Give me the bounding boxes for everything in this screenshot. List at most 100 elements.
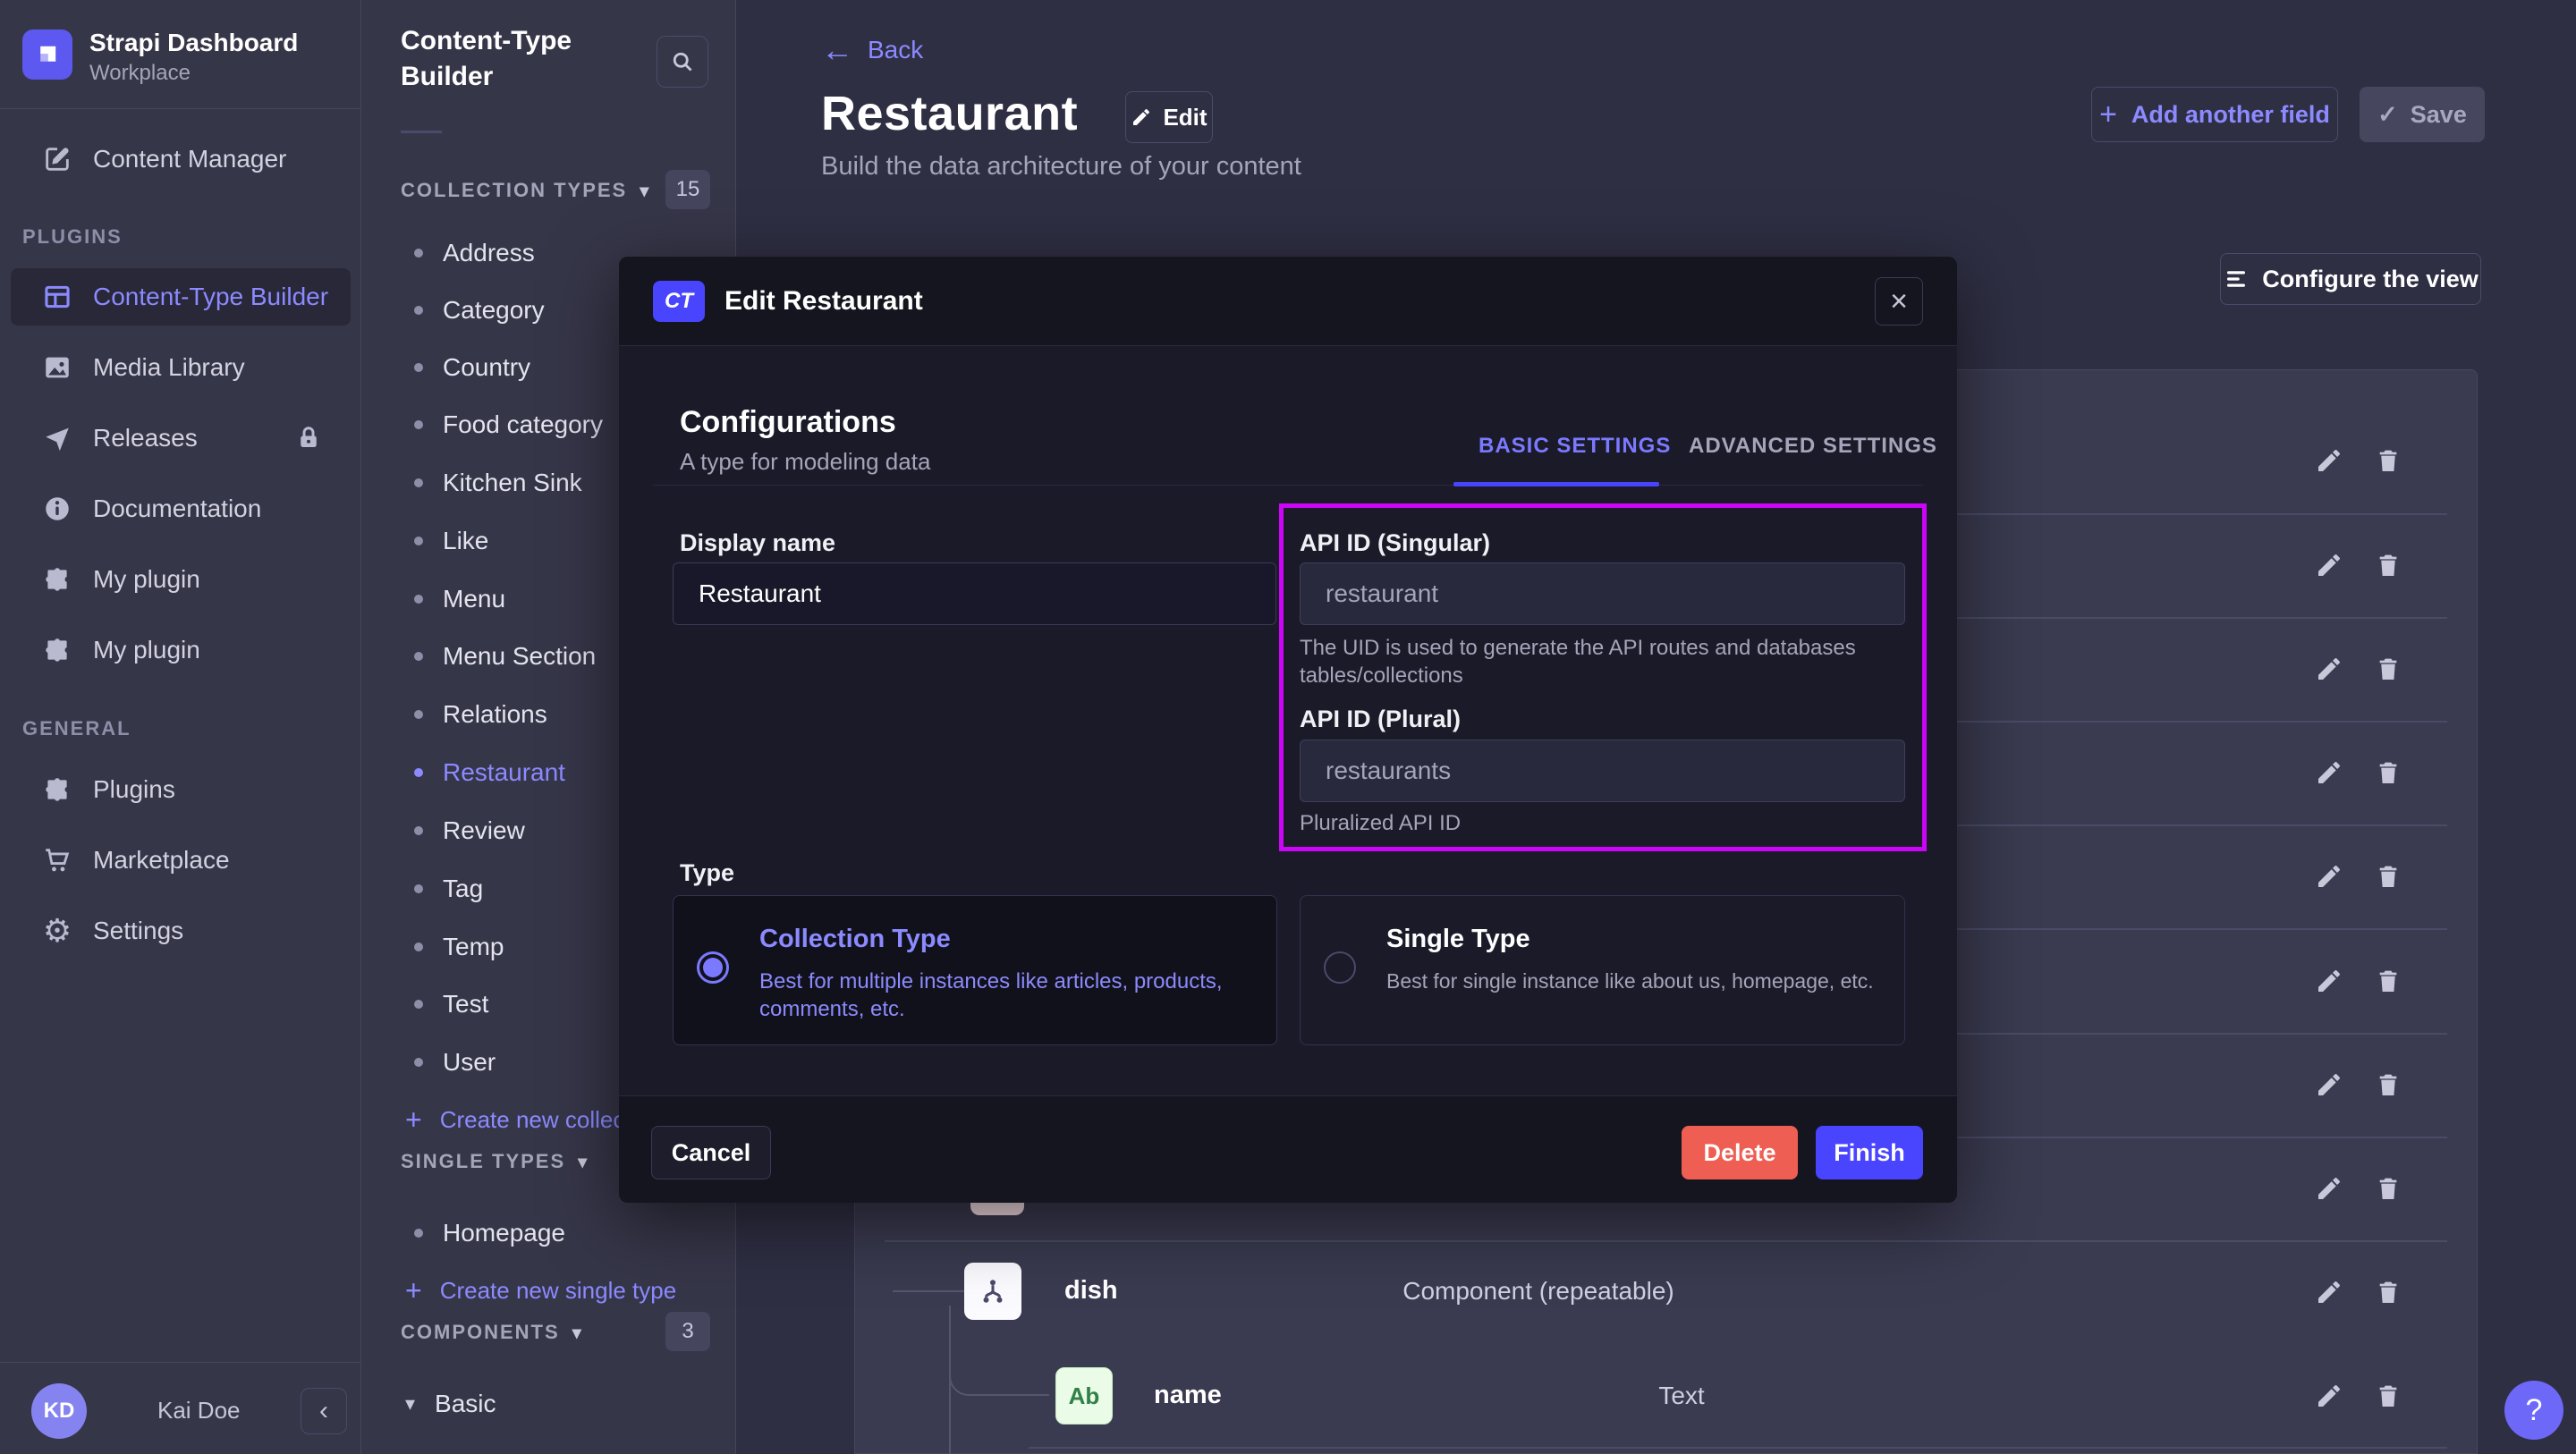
delete-field-button[interactable] (2374, 655, 2402, 683)
bullet (414, 884, 423, 893)
tab-basic-settings[interactable]: BASIC SETTINGS (1479, 434, 1671, 459)
strapi-logo[interactable] (22, 30, 72, 80)
single-type-card[interactable]: Single Type Best for single instance lik… (1300, 895, 1905, 1045)
delete-field-button[interactable] (2374, 758, 2402, 787)
puzzle-icon (41, 563, 73, 596)
edit-field-button[interactable] (2315, 862, 2343, 891)
bullet (414, 710, 423, 719)
edit-field-button[interactable] (2315, 1278, 2343, 1306)
sidebar-item-settings[interactable]: ⚙ Settings (11, 902, 351, 959)
sidebar-item-label: Media Library (93, 353, 245, 382)
row-actions (2315, 1381, 2422, 1411)
workspace-name: Workplace (89, 61, 191, 86)
sidebar-item-documentation[interactable]: Documentation (11, 480, 351, 537)
field-type: Component (repeatable) (1360, 1277, 1717, 1306)
bullet (414, 478, 423, 487)
bullet (414, 1000, 423, 1009)
tab-advanced-settings[interactable]: ADVANCED SETTINGS (1689, 434, 1937, 459)
bullet (414, 537, 423, 545)
sidebar-item-label: Marketplace (93, 846, 230, 875)
active-tab-underline (1453, 482, 1659, 486)
api-id-singular-input[interactable] (1300, 562, 1905, 625)
api-id-plural-label: API ID (Plural) (1300, 706, 1461, 733)
sidebar-item-releases[interactable]: Releases (11, 410, 351, 467)
check-icon: ✓ (2377, 101, 2398, 129)
collapse-sidebar-button[interactable]: ‹ (301, 1388, 347, 1434)
search-icon (670, 49, 695, 74)
sidebar-item-my-plugin-2[interactable]: My plugin (11, 621, 351, 679)
single-types-header[interactable]: SINGLE TYPES ▾ (401, 1150, 589, 1173)
edit-field-button[interactable] (2315, 1174, 2343, 1203)
cart-icon (41, 844, 73, 876)
delete-button[interactable]: Delete (1682, 1126, 1798, 1179)
delete-field-button[interactable] (2374, 446, 2402, 475)
single-type-homepage[interactable]: Homepage (361, 1205, 736, 1262)
delete-field-button[interactable] (2374, 1070, 2402, 1099)
search-button[interactable] (657, 36, 708, 88)
sidebar-item-content-type-builder[interactable]: Content-Type Builder (11, 268, 351, 325)
single-type-card-desc: Best for single instance like about us, … (1386, 968, 1874, 995)
chevron-down-icon: ▾ (405, 1392, 415, 1416)
sidebar-item-label: Content-Type Builder (93, 283, 328, 311)
sidebar-item-marketplace[interactable]: Marketplace (11, 832, 351, 889)
sidebar-item-content-manager[interactable]: Content Manager (11, 131, 351, 188)
chevron-down-icon: ▾ (572, 1322, 583, 1344)
bullet (414, 652, 423, 661)
bullet (414, 363, 423, 372)
collection-type-card[interactable]: Collection Type Best for multiple instan… (673, 895, 1277, 1045)
edit-field-button[interactable] (2315, 551, 2343, 579)
close-modal-button[interactable]: × (1875, 277, 1923, 325)
edit-field-button[interactable] (2315, 758, 2343, 787)
add-another-field-button[interactable]: + Add another field (2091, 87, 2338, 142)
chevron-down-icon: ▾ (640, 180, 650, 202)
finish-button[interactable]: Finish (1816, 1126, 1923, 1179)
gear-icon: ⚙ (41, 915, 73, 947)
delete-field-button[interactable] (2374, 1382, 2402, 1410)
save-button[interactable]: ✓ Save (2360, 87, 2485, 142)
collection-types-header[interactable]: COLLECTION TYPES ▾ (401, 179, 650, 202)
puzzle-icon (41, 773, 73, 806)
modal-header: CT Edit Restaurant × (619, 257, 1957, 346)
edit-field-button[interactable] (2315, 1070, 2343, 1099)
delete-field-button[interactable] (2374, 1278, 2402, 1306)
display-name-input[interactable] (673, 562, 1276, 625)
edit-field-button[interactable] (2315, 446, 2343, 475)
row-actions (2315, 550, 2422, 580)
sidebar-item-my-plugin-1[interactable]: My plugin (11, 551, 351, 608)
plus-icon: + (405, 1276, 422, 1305)
plus-icon: + (405, 1105, 422, 1134)
bullet (414, 595, 423, 604)
edit-field-button[interactable] (2315, 655, 2343, 683)
configure-view-button[interactable]: Configure the view (2220, 253, 2481, 305)
cancel-button[interactable]: Cancel (651, 1126, 771, 1179)
back-link[interactable]: ← Back (821, 34, 923, 66)
bullet (414, 1058, 423, 1067)
sidebar-item-label: Documentation (93, 495, 261, 523)
api-id-plural-input[interactable] (1300, 740, 1905, 802)
delete-field-button[interactable] (2374, 551, 2402, 579)
user-name: Kai Doe (157, 1397, 241, 1424)
row-divider (885, 1240, 2447, 1242)
edit-field-button[interactable] (2315, 967, 2343, 995)
sidebar-item-label: Plugins (93, 775, 175, 804)
edit-button[interactable]: Edit (1125, 91, 1213, 143)
row-actions (2315, 757, 2422, 788)
component-group-basic[interactable]: ▾ Basic (361, 1375, 736, 1433)
row-actions (2315, 1277, 2422, 1307)
edit-content-type-modal: CT Edit Restaurant × Configurations A ty… (619, 257, 1957, 1203)
edit-field-button[interactable] (2315, 1382, 2343, 1410)
sidebar-item-media-library[interactable]: Media Library (11, 339, 351, 396)
field-name: name (1154, 1381, 1222, 1410)
sidebar-item-plugins[interactable]: Plugins (11, 761, 351, 818)
components-header[interactable]: COMPONENTS ▾ (401, 1321, 583, 1344)
configurations-subtitle: A type for modeling data (680, 448, 930, 476)
row-actions (2315, 966, 2422, 996)
create-single-type-link[interactable]: + Create new single type (361, 1262, 736, 1319)
help-button[interactable]: ? (2504, 1381, 2563, 1440)
sidebar-item-label: Settings (93, 917, 183, 945)
delete-field-button[interactable] (2374, 967, 2402, 995)
delete-field-button[interactable] (2374, 1174, 2402, 1203)
modal-title: Edit Restaurant (724, 286, 923, 317)
delete-field-button[interactable] (2374, 862, 2402, 891)
builder-title: Content-Type Builder (401, 23, 651, 95)
